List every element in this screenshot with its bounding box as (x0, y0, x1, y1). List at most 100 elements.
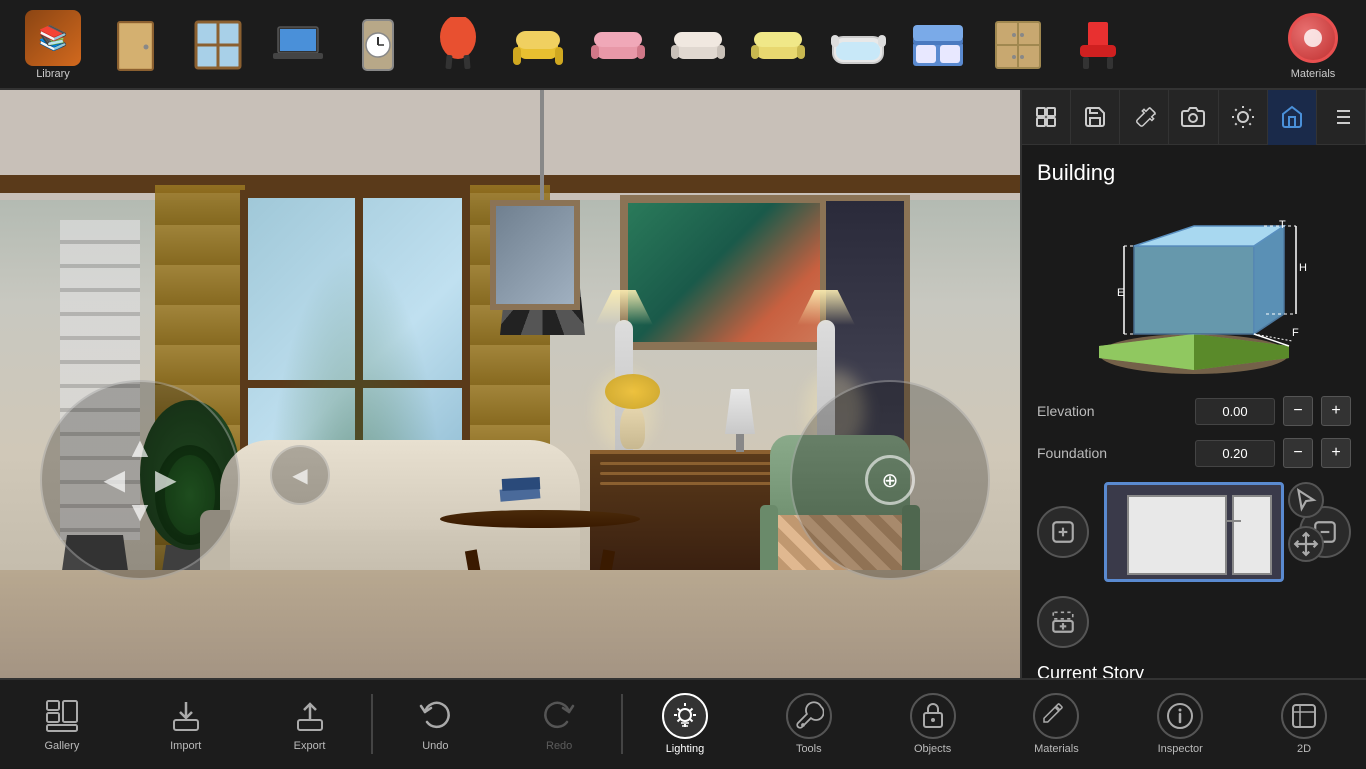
rp-tool-camera[interactable] (1169, 90, 1218, 145)
rp-tool-select[interactable] (1022, 90, 1071, 145)
nav-arrow-indicators: ▲ ◀▶ ▼ (103, 434, 176, 526)
clock-icon (348, 17, 408, 72)
navigation-orbit-left[interactable]: ◀ (270, 445, 330, 505)
furniture-bed[interactable] (898, 9, 978, 79)
bt-import-label: Import (170, 740, 201, 752)
rp-tool-save[interactable] (1071, 90, 1120, 145)
elevation-minus[interactable]: − (1283, 396, 1313, 426)
foundation-input[interactable] (1195, 440, 1275, 467)
select-object-button[interactable] (1288, 482, 1324, 518)
furniture-door[interactable] (98, 9, 178, 79)
bt-lighting-label: Lighting (666, 743, 705, 755)
bt-objects-label: Objects (914, 743, 951, 755)
elevation-row: Elevation − + (1037, 396, 1351, 426)
furniture-bathtub[interactable] (818, 9, 898, 79)
bt-import[interactable]: Import (124, 679, 248, 769)
rp-tool-lighting[interactable] (1219, 90, 1268, 145)
paint-icon (1132, 105, 1156, 129)
furniture-window[interactable] (178, 9, 258, 79)
floor-plan-thumbnail[interactable] (1104, 482, 1284, 582)
home-icon (1280, 105, 1304, 129)
materials-button[interactable]: Materials (1268, 4, 1358, 84)
furniture-laptop[interactable] (258, 9, 338, 79)
add-floor-button[interactable] (1037, 506, 1089, 558)
chair-red-icon (428, 17, 488, 72)
rp-tool-home[interactable] (1268, 90, 1317, 145)
bt-inspector-label: Inspector (1158, 743, 1203, 755)
bt-tools[interactable]: Tools (747, 679, 871, 769)
tools-icon-wrap (786, 693, 832, 739)
bt-lighting-icon (670, 701, 700, 731)
bt-gallery[interactable]: Gallery (0, 679, 124, 769)
wall-art-left (490, 200, 580, 310)
navigation-joystick-right[interactable]: ⊕ (790, 380, 990, 580)
furniture-chair-red2[interactable] (1058, 9, 1138, 79)
bt-export[interactable]: Export (248, 679, 372, 769)
bt-undo[interactable]: Undo (373, 679, 497, 769)
foundation-minus[interactable]: − (1283, 438, 1313, 468)
window-icon (188, 17, 248, 72)
export-icon (292, 698, 328, 734)
sofa-yellow-icon (748, 17, 808, 72)
rp-tool-list[interactable] (1317, 90, 1366, 145)
furniture-cabinet[interactable] (978, 9, 1058, 79)
nav-orbit-icon: ◀ (292, 463, 307, 488)
chair-red2-icon (1068, 17, 1128, 72)
svg-text:E: E (1117, 287, 1124, 299)
library-button[interactable]: 📚 Library (8, 4, 98, 84)
bt-2d-label: 2D (1297, 743, 1311, 755)
add-story-button[interactable] (1037, 596, 1089, 648)
furniture-clock[interactable] (338, 9, 418, 79)
elevation-input[interactable] (1195, 398, 1275, 425)
objects-icon-wrap (910, 693, 956, 739)
lighting-icon-wrap (662, 693, 708, 739)
bt-redo[interactable]: Redo (497, 679, 621, 769)
elevation-plus[interactable]: + (1321, 396, 1351, 426)
add-floor-icon (1050, 519, 1076, 545)
undo-icon-wrap (415, 696, 455, 736)
svg-text:F: F (1292, 327, 1299, 339)
navigation-joystick-left[interactable]: ▲ ◀▶ ▼ (40, 380, 240, 580)
gallery-icon (44, 698, 80, 734)
bt-materials-icon (1041, 701, 1071, 731)
furniture-sofa-yellow[interactable] (738, 9, 818, 79)
bt-materials[interactable]: Materials (995, 679, 1119, 769)
furniture-sofa-white[interactable] (658, 9, 738, 79)
redo-icon-wrap (539, 696, 579, 736)
camera-icon (1181, 105, 1205, 129)
move-obj-icon (1293, 531, 1319, 557)
bt-objects-icon (918, 701, 948, 731)
bt-redo-label: Redo (546, 740, 572, 752)
nav-rotate-icon: ⊕ (865, 455, 915, 505)
2d-icon-wrap (1281, 693, 1327, 739)
bt-2d[interactable]: 2D (1242, 679, 1366, 769)
building-section-title: Building (1037, 160, 1351, 186)
building-diagram: T H E F (1037, 201, 1351, 381)
save-icon (1083, 105, 1107, 129)
bt-2d-icon (1289, 701, 1319, 731)
list-icon (1329, 105, 1353, 129)
bt-tools-icon (794, 701, 824, 731)
bt-export-label: Export (294, 740, 326, 752)
bt-inspector[interactable]: Inspector (1118, 679, 1242, 769)
right-panel: Building T H E F (1020, 90, 1366, 768)
bt-lighting[interactable]: Lighting (623, 679, 747, 769)
undo-icon (417, 698, 453, 734)
add-story-icon (1050, 609, 1076, 635)
bt-inspector-icon (1165, 701, 1195, 731)
bt-undo-label: Undo (422, 740, 448, 752)
elevation-label: Elevation (1037, 403, 1187, 419)
foundation-label: Foundation (1037, 445, 1187, 461)
svg-text:H: H (1299, 262, 1307, 274)
furniture-chair-red[interactable] (418, 9, 498, 79)
rp-tool-paint[interactable] (1120, 90, 1169, 145)
furniture-sofa-pink[interactable] (578, 9, 658, 79)
bt-gallery-label: Gallery (44, 740, 79, 752)
foundation-plus[interactable]: + (1321, 438, 1351, 468)
move-object-button[interactable] (1288, 526, 1324, 562)
bt-objects[interactable]: Objects (871, 679, 995, 769)
furniture-armchair-yellow[interactable] (498, 9, 578, 79)
bottom-toolbar: Gallery Import Export (0, 678, 1366, 768)
redo-icon (541, 698, 577, 734)
viewport: ▲ ◀▶ ▼ ◀ ⊕ (0, 90, 1020, 700)
